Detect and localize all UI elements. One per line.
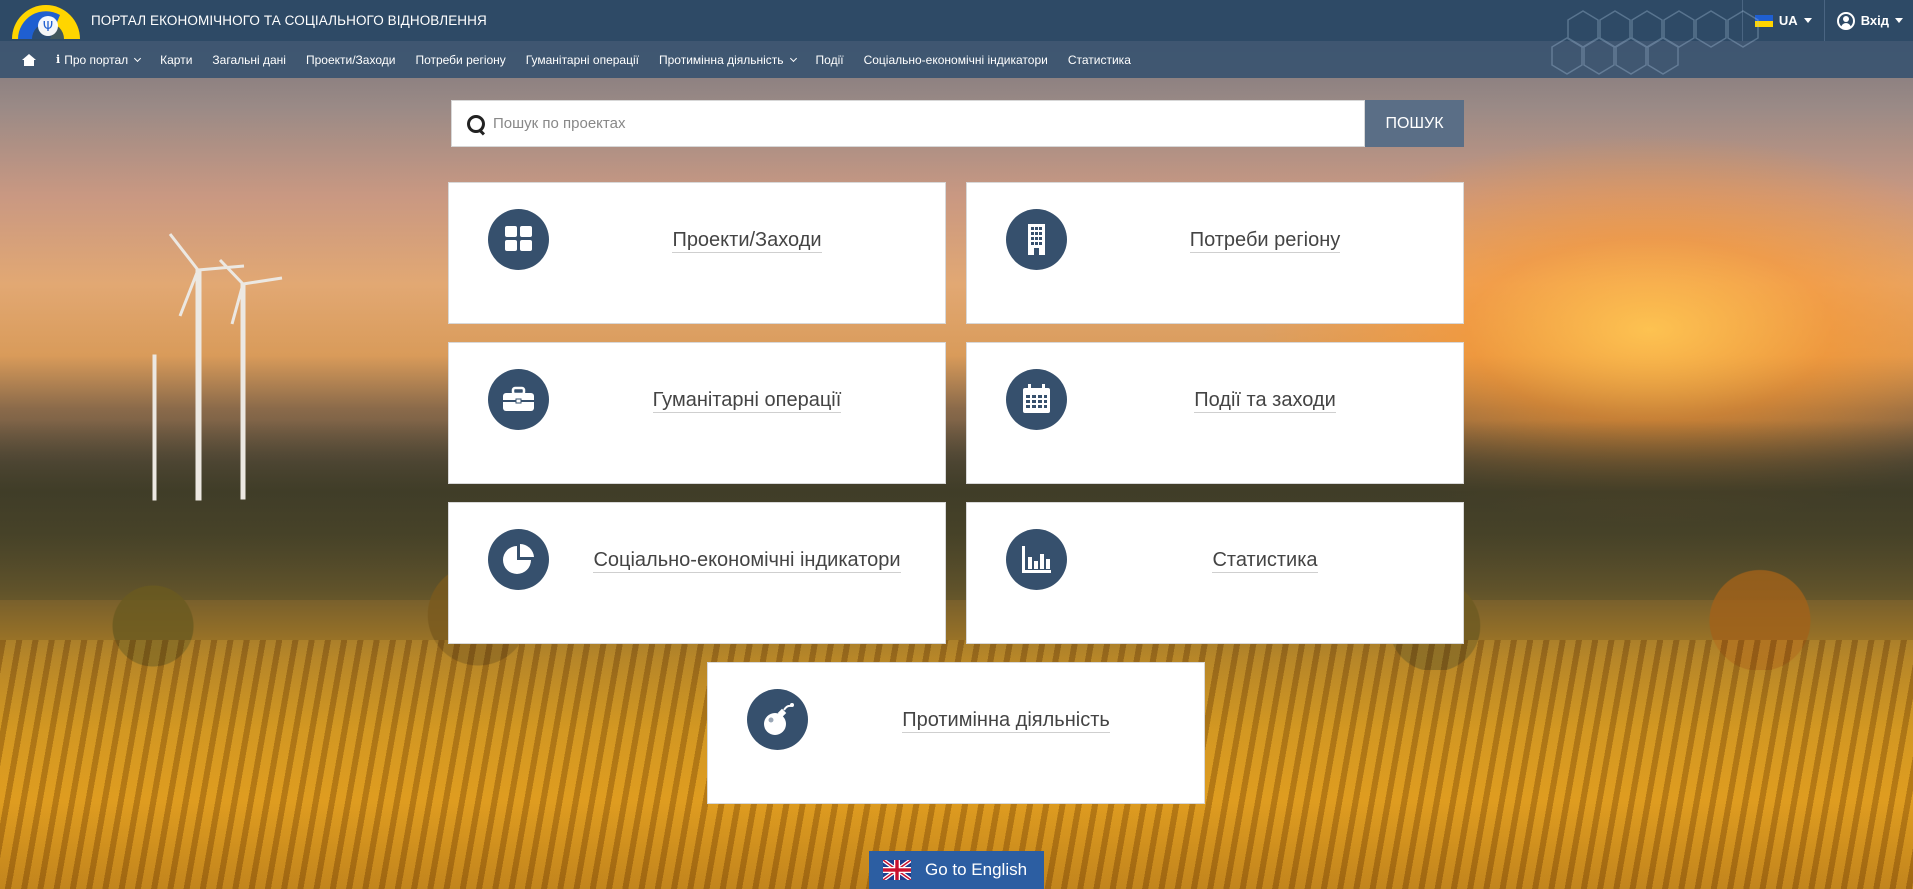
tile-label: Потреби регіону [1189,229,1341,253]
nav-events[interactable]: Події [816,53,844,67]
tile-projects[interactable]: Проекти/Заходи [448,182,946,324]
login-label: Вхід [1860,13,1889,28]
chevron-down-icon [134,54,142,62]
search-icon [466,114,486,134]
caret-down-icon [1895,18,1903,23]
tile-statistics[interactable]: Статистика [966,502,1464,644]
nav-region-needs[interactable]: Потреби регіону [415,53,505,67]
nav-maps[interactable]: Карти [160,53,192,67]
nav-demining[interactable]: Протимінна діяльність [659,53,797,67]
tile-label: Соціально-економічні індикатори [593,549,901,573]
tile-label: Проекти/Заходи [672,229,822,253]
tile-demining[interactable]: Протимінна діяльність [707,662,1205,804]
nav-indicators[interactable]: Соціально-економічні індикатори [864,53,1048,67]
tile-label: Події та заходи [1194,389,1336,413]
uk-flag-icon [883,860,911,880]
tile-label: Протимінна діяльність [902,709,1110,733]
nav-statistics[interactable]: Статистика [1068,53,1131,67]
caret-down-icon [1803,18,1812,23]
search-button[interactable]: ПОШУК [1365,100,1464,147]
language-label: UA [1778,13,1798,28]
user-icon [1836,11,1855,30]
grid-icon [488,209,549,270]
tile-region-needs[interactable]: Потреби регіону [966,182,1464,324]
tile-events[interactable]: Події та заходи [966,342,1464,484]
tile-label: Гуманітарні операції [652,389,842,413]
nav-humanitarian[interactable]: Гуманітарні операції [526,53,639,67]
wind-turbines [152,233,283,501]
chevron-down-icon [789,54,797,62]
project-search: ПОШУК [451,100,1464,147]
bar-chart-icon [1006,529,1067,590]
tile-humanitarian[interactable]: Гуманітарні операції [448,342,946,484]
nav-projects[interactable]: Проекти/Заходи [306,53,395,67]
main-nav: i Про портал Карти Загальні дані Проекти… [0,41,1913,78]
go-to-english-label: Go to English [925,860,1028,879]
portal-logo[interactable]: Ψ [10,3,82,39]
go-to-english-button[interactable]: Go to English [869,851,1044,889]
login-button[interactable]: Вхід [1825,11,1913,30]
ukraine-flag-icon [1754,14,1773,27]
nav-home[interactable] [22,53,36,66]
pie-chart-icon [488,529,549,590]
search-input[interactable] [493,115,1364,132]
tile-indicators[interactable]: Соціально-економічні індикатори [448,502,946,644]
bomb-icon [747,689,808,750]
home-icon [22,53,36,66]
search-box [451,100,1365,147]
language-selector[interactable]: UA [1741,0,1825,41]
info-icon: i [56,53,61,66]
building-icon [1006,209,1067,270]
top-bar: Ψ ПОРТАЛ ЕКОНОМІЧНОГО ТА СОЦІАЛЬНОГО ВІД… [0,0,1913,75]
calendar-icon [1006,369,1067,430]
tile-label: Статистика [1212,549,1318,573]
svg-text:Ψ: Ψ [43,20,53,35]
nav-about[interactable]: i Про портал [56,53,142,67]
nav-general-data[interactable]: Загальні дані [212,53,286,67]
briefcase-icon [488,369,549,430]
portal-title[interactable]: ПОРТАЛ ЕКОНОМІЧНОГО ТА СОЦІАЛЬНОГО ВІДНО… [91,13,487,28]
